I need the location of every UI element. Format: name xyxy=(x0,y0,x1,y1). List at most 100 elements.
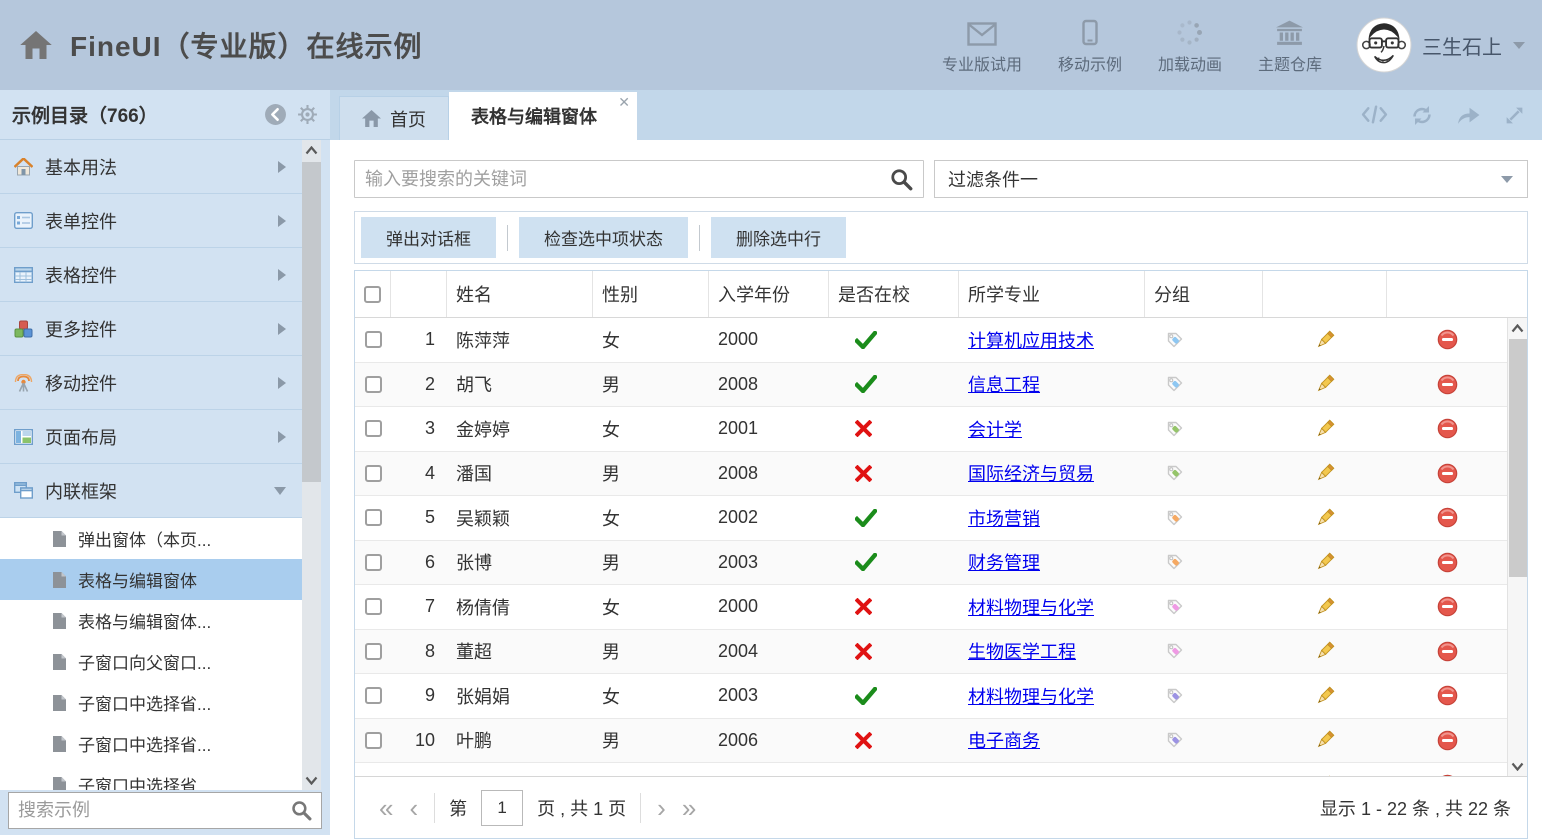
edit-pencil-icon[interactable] xyxy=(1314,373,1336,395)
edit-pencil-icon[interactable] xyxy=(1314,640,1336,662)
row-checkbox[interactable] xyxy=(365,420,382,437)
sidebar-subitem-7[interactable]: 子窗口中选择省 xyxy=(0,764,302,790)
header-action-3[interactable]: 加载动画 xyxy=(1158,16,1222,75)
edit-pencil-icon[interactable] xyxy=(1314,462,1336,484)
major-link[interactable]: 会计学 xyxy=(968,416,1022,442)
delete-minus-icon[interactable] xyxy=(1437,641,1458,662)
scroll-down-icon[interactable] xyxy=(1508,756,1527,776)
sidebar-item-6[interactable]: 页面布局 xyxy=(0,410,302,464)
row-checkbox[interactable] xyxy=(365,465,382,482)
header-action-2[interactable]: 移动示例 xyxy=(1058,16,1122,75)
delete-minus-icon[interactable] xyxy=(1437,329,1458,350)
delete-minus-icon[interactable] xyxy=(1437,685,1458,706)
edit-pencil-icon[interactable] xyxy=(1314,551,1336,573)
expand-icon[interactable] xyxy=(1503,104,1526,127)
user-menu[interactable]: 三生石上 xyxy=(1356,17,1526,73)
row-checkbox[interactable] xyxy=(365,509,382,526)
major-link[interactable]: 国际经济与贸易 xyxy=(968,460,1094,486)
sidebar-subitem-3[interactable]: 表格与编辑窗体... xyxy=(0,600,302,641)
row-checkbox[interactable] xyxy=(365,643,382,660)
sidebar-item-7[interactable]: 内联框架 xyxy=(0,464,302,518)
edit-pencil-icon[interactable] xyxy=(1314,685,1336,707)
gear-icon[interactable] xyxy=(297,104,318,125)
spinner-icon xyxy=(1176,16,1203,46)
scroll-down-icon[interactable] xyxy=(302,770,321,790)
delete-minus-icon[interactable] xyxy=(1437,552,1458,573)
delete-minus-icon[interactable] xyxy=(1437,507,1458,528)
sidebar-subitem-2[interactable]: 表格与编辑窗体 xyxy=(0,559,302,600)
scroll-up-icon[interactable] xyxy=(302,140,321,160)
edit-pencil-icon[interactable] xyxy=(1314,729,1336,751)
scrollbar-thumb[interactable] xyxy=(1509,339,1527,577)
major-link[interactable]: 计算机应用技术 xyxy=(968,327,1094,353)
toolbar-button-1[interactable]: 弹出对话框 xyxy=(361,217,496,258)
grid-scrollbar[interactable] xyxy=(1507,318,1527,776)
sidebar-scrollbar[interactable] xyxy=(302,140,321,790)
code-icon[interactable] xyxy=(1361,104,1388,127)
scrollbar-thumb[interactable] xyxy=(302,162,321,482)
major-link[interactable]: 材料物理与化学 xyxy=(968,683,1094,709)
row-checkbox[interactable] xyxy=(365,732,382,749)
filter-dropdown[interactable]: 过滤条件一 xyxy=(934,160,1528,198)
delete-minus-icon[interactable] xyxy=(1437,730,1458,751)
sidebar-subitem-1[interactable]: 弹出窗体（本页... xyxy=(0,518,302,559)
row-checkbox[interactable] xyxy=(365,687,382,704)
major-link[interactable]: 市场营销 xyxy=(968,505,1040,531)
keyword-search-input[interactable] xyxy=(365,169,890,190)
sidebar-item-1[interactable]: 基本用法 xyxy=(0,140,302,194)
share-icon[interactable] xyxy=(1456,104,1481,127)
scroll-up-icon[interactable] xyxy=(1508,318,1527,338)
sidebar-item-5[interactable]: 移动控件 xyxy=(0,356,302,410)
first-page-icon[interactable]: « xyxy=(371,795,401,821)
row-checkbox[interactable] xyxy=(365,376,382,393)
edit-pencil-icon[interactable] xyxy=(1314,418,1336,440)
edit-pencil-icon[interactable] xyxy=(1314,329,1336,351)
delete-minus-icon[interactable] xyxy=(1437,596,1458,617)
sidebar-subitem-5[interactable]: 子窗口中选择省... xyxy=(0,682,302,723)
home-icon xyxy=(20,31,52,59)
header-action-4[interactable]: 主题仓库 xyxy=(1258,16,1322,75)
sidebar-search-input[interactable] xyxy=(18,800,291,821)
row-checkbox[interactable] xyxy=(365,554,382,571)
gender-cell: 男 xyxy=(593,371,709,397)
search-icon[interactable] xyxy=(291,800,312,821)
sidebar-item-2[interactable]: 表单控件 xyxy=(0,194,302,248)
major-link[interactable]: 财务管理 xyxy=(968,549,1040,575)
sidebar-item-4[interactable]: 更多控件 xyxy=(0,302,302,356)
toolbar-button-3[interactable]: 删除选中行 xyxy=(711,217,846,258)
grid-header-cell xyxy=(355,271,391,317)
select-all-checkbox[interactable] xyxy=(364,286,381,303)
major-link[interactable]: 信息工程 xyxy=(968,371,1040,397)
row-checkbox[interactable] xyxy=(365,331,382,348)
next-page-icon[interactable]: › xyxy=(649,795,674,821)
search-icon[interactable] xyxy=(890,168,913,191)
row-number: 10 xyxy=(391,730,447,751)
delete-minus-icon[interactable] xyxy=(1437,418,1458,439)
toolbar-button-2[interactable]: 检查选中项状态 xyxy=(519,217,688,258)
last-page-icon[interactable]: » xyxy=(674,795,704,821)
delete-minus-icon[interactable] xyxy=(1437,463,1458,484)
filter-value: 过滤条件一 xyxy=(948,166,1038,192)
major-link[interactable]: 生物医学工程 xyxy=(968,638,1076,664)
row-checkbox[interactable] xyxy=(365,598,382,615)
delete-minus-icon[interactable] xyxy=(1437,374,1458,395)
page-number-input[interactable] xyxy=(481,790,523,826)
delete-minus-icon[interactable] xyxy=(1437,774,1458,776)
major-link[interactable]: 电子商务 xyxy=(968,727,1040,753)
prev-page-icon[interactable]: ‹ xyxy=(401,795,426,821)
sidebar-subitem-4[interactable]: 子窗口向父窗口... xyxy=(0,641,302,682)
major-link[interactable]: 信息管理 xyxy=(968,772,1040,776)
tab-1[interactable]: 首页 xyxy=(339,96,449,140)
grid-header-label: 性别 xyxy=(602,281,638,307)
edit-pencil-icon[interactable] xyxy=(1314,507,1336,529)
tab-2[interactable]: 表格与编辑窗体✕ xyxy=(449,92,637,140)
sidebar-item-3[interactable]: 表格控件 xyxy=(0,248,302,302)
edit-pencil-icon[interactable] xyxy=(1314,774,1336,776)
collapse-sidebar-icon[interactable] xyxy=(264,103,287,126)
edit-pencil-icon[interactable] xyxy=(1314,596,1336,618)
refresh-icon[interactable] xyxy=(1410,104,1434,127)
header-action-1[interactable]: 专业版试用 xyxy=(942,16,1022,75)
close-icon[interactable]: ✕ xyxy=(618,94,630,111)
major-link[interactable]: 材料物理与化学 xyxy=(968,594,1094,620)
sidebar-subitem-6[interactable]: 子窗口中选择省... xyxy=(0,723,302,764)
